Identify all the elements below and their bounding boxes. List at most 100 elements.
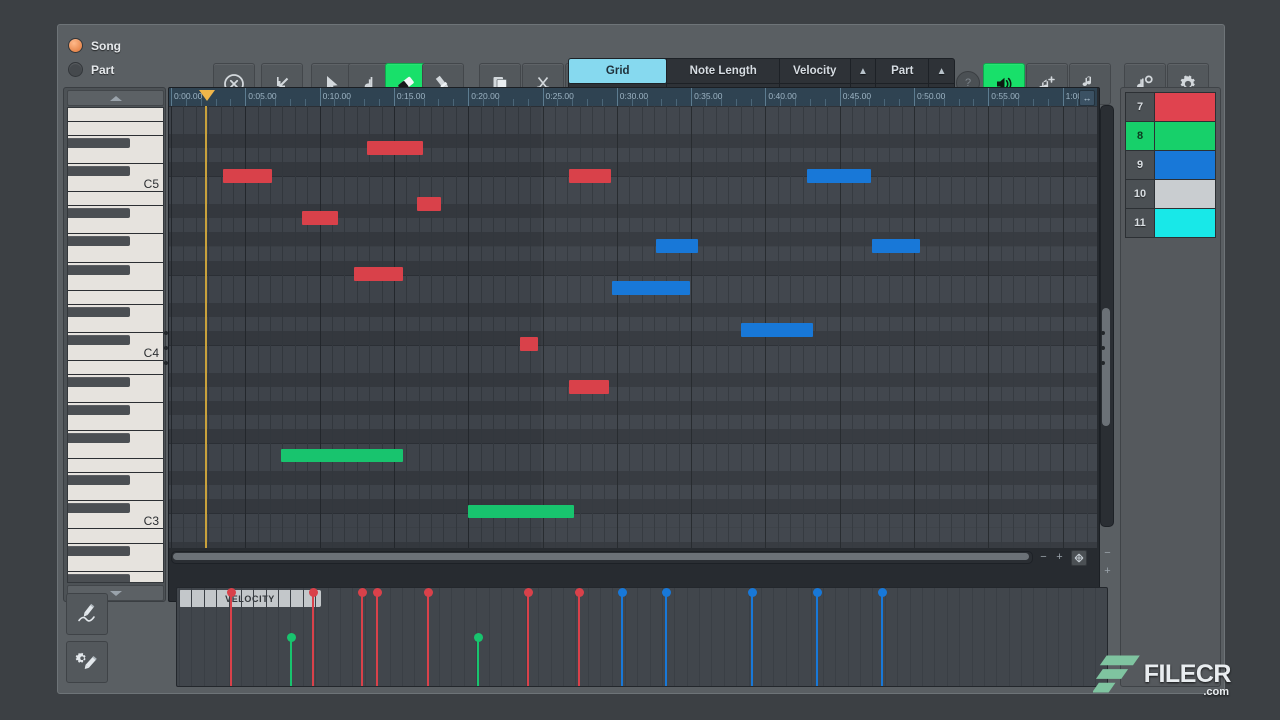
midi-note[interactable] — [417, 197, 441, 211]
velocity-stem[interactable] — [230, 592, 232, 686]
piano-white-key[interactable] — [68, 487, 163, 501]
radio-song-dot[interactable] — [68, 38, 83, 53]
velocity-handle[interactable] — [373, 588, 382, 597]
piano-white-key[interactable] — [68, 249, 163, 263]
piano-white-key[interactable] — [68, 558, 163, 572]
piano-white-key[interactable] — [68, 319, 163, 333]
velocity-handle[interactable] — [309, 588, 318, 597]
piano-black-key[interactable] — [68, 503, 130, 513]
midi-note[interactable] — [367, 141, 423, 155]
track-color-swatch[interactable] — [1155, 209, 1215, 237]
grid-label[interactable]: Grid — [569, 59, 666, 84]
track-row[interactable]: 10 — [1126, 180, 1215, 209]
midi-note[interactable] — [468, 505, 574, 518]
timeline-ruler[interactable]: 0:00.000:05.000:10.000:15.000:20.000:25.… — [169, 88, 1097, 107]
track-color-swatch[interactable] — [1155, 151, 1215, 179]
velocity-stem[interactable] — [751, 592, 753, 686]
midi-note[interactable] — [520, 337, 538, 351]
velocity-stem[interactable] — [621, 592, 623, 686]
ruler-fit-button[interactable]: ↔ — [1079, 90, 1095, 106]
midi-note[interactable] — [569, 169, 611, 183]
piano-black-key[interactable] — [68, 574, 130, 583]
radio-song[interactable]: Song — [68, 35, 158, 56]
midi-note[interactable] — [281, 449, 403, 462]
midi-note[interactable] — [302, 211, 338, 225]
velocity-stem[interactable] — [527, 592, 529, 686]
track-row[interactable]: 11 — [1126, 209, 1215, 237]
piano-black-key[interactable] — [68, 236, 130, 246]
horizontal-scrollbar[interactable] — [171, 551, 1033, 564]
playhead-marker[interactable] — [199, 90, 215, 101]
curve-settings-button[interactable] — [66, 641, 108, 683]
velocity-handle[interactable] — [813, 588, 822, 597]
zoom-in-vertical-button[interactable]: + — [1102, 565, 1113, 576]
piano-black-key[interactable] — [68, 138, 130, 148]
zoom-fit-button[interactable] — [1071, 550, 1087, 566]
piano-black-key[interactable] — [68, 335, 130, 345]
velocity-increment-icon[interactable]: ▲ — [851, 59, 876, 84]
track-color-swatch[interactable] — [1155, 180, 1215, 208]
velocity-lane[interactable]: VELOCITY — [176, 587, 1108, 687]
velocity-stem[interactable] — [816, 592, 818, 686]
track-row[interactable]: 9 — [1126, 151, 1215, 180]
zoom-out-horizontal-button[interactable]: − — [1037, 550, 1050, 563]
horizontal-scroll-thumb[interactable] — [173, 553, 1029, 560]
midi-note[interactable] — [223, 169, 272, 183]
track-number[interactable]: 10 — [1126, 180, 1155, 208]
velocity-handle[interactable] — [227, 588, 236, 597]
radio-part[interactable]: Part — [68, 59, 158, 80]
midi-note[interactable] — [656, 239, 698, 253]
velocity-stem[interactable] — [578, 592, 580, 686]
track-number[interactable]: 11 — [1126, 209, 1155, 237]
velocity-stem[interactable] — [312, 592, 314, 686]
track-row[interactable]: 7 — [1126, 93, 1215, 122]
piano-black-key[interactable] — [68, 433, 130, 443]
piano-white-key[interactable] — [68, 459, 163, 473]
piano-black-key[interactable] — [68, 166, 130, 176]
velocity-stem[interactable] — [427, 592, 429, 686]
velocity-handle[interactable] — [575, 588, 584, 597]
velocity-handle[interactable] — [878, 588, 887, 597]
piano-white-key[interactable] — [68, 361, 163, 375]
vertical-scrollbar[interactable] — [1100, 105, 1114, 527]
piano-white-key[interactable] — [68, 150, 163, 164]
keyboard-scroll-up-button[interactable] — [67, 90, 164, 106]
piano-white-key[interactable] — [68, 291, 163, 305]
velocity-stem[interactable] — [665, 592, 667, 686]
zoom-in-horizontal-button[interactable]: + — [1053, 550, 1066, 563]
midi-note[interactable] — [612, 281, 690, 295]
track-number[interactable]: 8 — [1126, 122, 1155, 150]
velocity-handle[interactable] — [748, 588, 757, 597]
piano-black-key[interactable] — [68, 377, 130, 387]
track-number[interactable]: 7 — [1126, 93, 1155, 121]
track-color-swatch[interactable] — [1155, 93, 1215, 121]
velocity-handle[interactable] — [358, 588, 367, 597]
piano-white-key[interactable] — [68, 417, 163, 431]
piano-keys[interactable]: C5C4C3 — [67, 107, 164, 583]
piano-black-key[interactable] — [68, 265, 130, 275]
track-row[interactable]: 8 — [1126, 122, 1215, 151]
right-resize-dots[interactable] — [1101, 331, 1105, 376]
velocity-handle[interactable] — [524, 588, 533, 597]
note-grid[interactable] — [169, 106, 1097, 548]
piano-white-key[interactable] — [68, 389, 163, 403]
piano-white-key[interactable] — [68, 192, 163, 206]
track-color-swatch[interactable] — [1155, 122, 1215, 150]
velocity-handle[interactable] — [424, 588, 433, 597]
velocity-handle[interactable] — [474, 633, 483, 642]
midi-note[interactable] — [807, 169, 871, 183]
radio-part-dot[interactable] — [68, 62, 83, 77]
track-number[interactable]: 9 — [1126, 151, 1155, 179]
piano-black-key[interactable] — [68, 405, 130, 415]
part-increment-icon[interactable]: ▲ — [929, 59, 954, 84]
velocity-stem[interactable] — [290, 637, 292, 686]
velocity-handle[interactable] — [662, 588, 671, 597]
midi-note[interactable] — [569, 380, 609, 394]
midi-note[interactable] — [872, 239, 920, 253]
midi-note[interactable] — [741, 323, 813, 337]
piano-white-key[interactable] — [68, 220, 163, 234]
velocity-handle[interactable] — [287, 633, 296, 642]
piano-black-key[interactable] — [68, 546, 130, 556]
left-resize-dots[interactable] — [164, 331, 168, 376]
piano-black-key[interactable] — [68, 475, 130, 485]
